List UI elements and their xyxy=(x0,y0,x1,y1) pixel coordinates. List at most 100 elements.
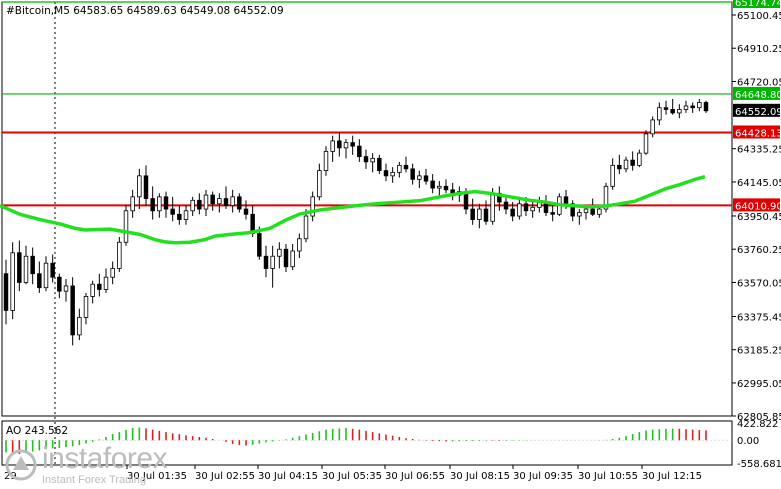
candle-body-bull xyxy=(317,170,322,198)
candle xyxy=(703,100,709,113)
candle-body-bear xyxy=(237,196,242,210)
candle-body-bear xyxy=(337,140,342,149)
candle-body-bull xyxy=(23,255,29,283)
candle-body-bear xyxy=(257,233,262,257)
level-label-resistance-red: 64428.13 xyxy=(735,128,781,139)
candle-body-bull xyxy=(390,171,395,177)
candle-body-bull xyxy=(370,157,375,163)
candle-body-bull xyxy=(477,208,482,220)
price-tick-label: 64145.05 xyxy=(737,178,781,189)
level-label-support-red: 64010.90 xyxy=(735,201,781,212)
candle-body-bull xyxy=(637,152,642,166)
candle-body-bear xyxy=(383,170,389,177)
time-tick-label: 30 Jul 04:15 xyxy=(258,471,318,482)
price-tick-label: 65100.45 xyxy=(737,11,781,22)
candle-body-bull xyxy=(297,238,302,252)
candle xyxy=(10,242,15,320)
candle-body-bull xyxy=(697,102,702,109)
candle xyxy=(117,237,122,272)
candle-body-bear xyxy=(523,203,529,212)
candle-body-bear xyxy=(283,248,289,268)
candle-body-bull xyxy=(323,150,329,172)
candle-body-bear xyxy=(210,194,215,205)
candle xyxy=(643,130,649,155)
candle-body-bull xyxy=(657,107,662,121)
price-tick-label: 64720.05 xyxy=(737,77,781,88)
candle-body-bull xyxy=(270,255,275,269)
candle-body-bull xyxy=(597,208,602,215)
candle-body-bull xyxy=(330,140,335,152)
time-tick-label: 30 Jul 02:55 xyxy=(195,471,255,482)
candle-body-bull xyxy=(157,196,162,212)
price-tick-label: 63185.25 xyxy=(737,346,781,357)
price-chart[interactable]: 65174.74 64648.80 64428.13 64010.90 64552.09… xyxy=(0,0,781,489)
candle-body-bull xyxy=(530,206,535,212)
candle-body-bull xyxy=(610,164,615,187)
candle xyxy=(123,205,129,246)
candle-body-bull xyxy=(63,285,69,292)
candle-body-bear xyxy=(483,208,489,222)
candle-body-bull xyxy=(437,185,442,189)
candle-body-bear xyxy=(357,145,362,158)
time-label-first: 29 xyxy=(4,471,17,482)
candle-body-bull xyxy=(83,296,89,318)
level-label-resistance-green: 64648.80 xyxy=(735,90,781,101)
candle-body-bull xyxy=(10,252,15,311)
candle-body-bear xyxy=(590,208,595,215)
time-tick-label: 30 Jul 09:35 xyxy=(513,471,573,482)
ao-tick-label: 0.00 xyxy=(737,436,759,447)
symbol-ohlc-label: #Bitcoin,M5 64583.65 64589.63 64549.08 6… xyxy=(6,5,284,17)
candle-body-bear xyxy=(170,208,175,215)
price-tick-label: 62995.05 xyxy=(737,379,781,390)
candle xyxy=(70,277,75,346)
candle-body-bear xyxy=(163,196,169,210)
ao-tick-label: 422.822 xyxy=(737,419,778,430)
candle-body-bull xyxy=(583,208,589,213)
candle-body-bear xyxy=(143,175,149,199)
candle-body-bear xyxy=(50,262,55,278)
candle-body-bear xyxy=(423,175,429,182)
candle-body-bull xyxy=(190,199,195,212)
candle-body-bear xyxy=(663,107,669,110)
price-tick-label: 64910.25 xyxy=(737,44,781,55)
candle-body-bull xyxy=(43,262,49,289)
candle-body-bear xyxy=(510,208,515,217)
current-price-label: 64552.09 xyxy=(735,107,781,118)
candle-body-bear xyxy=(563,196,569,205)
candle-body-bull xyxy=(90,283,95,297)
time-tick-label: 30 Jul 01:35 xyxy=(127,471,187,482)
candle-body-bull xyxy=(123,210,129,243)
candle-body-bear xyxy=(430,180,435,189)
ao-indicator-label: AO 243.562 xyxy=(6,425,68,437)
candle-body-bear xyxy=(57,276,62,292)
candle-body-bull xyxy=(130,196,135,212)
candle xyxy=(650,116,655,138)
time-tick-label: 30 Jul 10:55 xyxy=(578,471,638,482)
candle-body-bull xyxy=(117,241,122,269)
candle xyxy=(603,182,609,213)
candle-body-bear xyxy=(363,156,369,163)
candle-body-bull xyxy=(183,210,189,220)
candle-body-bear xyxy=(37,273,42,289)
candle-body-bull xyxy=(650,119,655,135)
candle-body-bear xyxy=(550,212,555,215)
time-tick-label: 30 Jul 12:15 xyxy=(642,471,702,482)
candle-body-bull xyxy=(290,250,295,268)
candle-body-bear xyxy=(443,185,449,191)
candle-body-bear xyxy=(177,213,182,220)
candle-body-bull xyxy=(303,215,309,240)
candle-body-bull xyxy=(343,142,349,149)
candle-body-bull xyxy=(103,276,109,290)
candle-body-bear xyxy=(30,255,35,275)
candle-body-bear xyxy=(223,198,229,206)
candle-body-bear xyxy=(410,168,415,180)
candle-body-bear xyxy=(377,157,382,172)
candle-body-bull xyxy=(110,268,115,278)
candle-body-bear xyxy=(3,273,9,311)
candle-body-bull xyxy=(490,192,495,222)
candle-body-bear xyxy=(470,208,475,220)
candle-body-bull xyxy=(203,194,209,210)
candle-body-bull xyxy=(683,105,689,110)
ao-tick-label: -558.681 xyxy=(737,459,781,470)
price-tick-label: 63950.45 xyxy=(737,212,781,223)
